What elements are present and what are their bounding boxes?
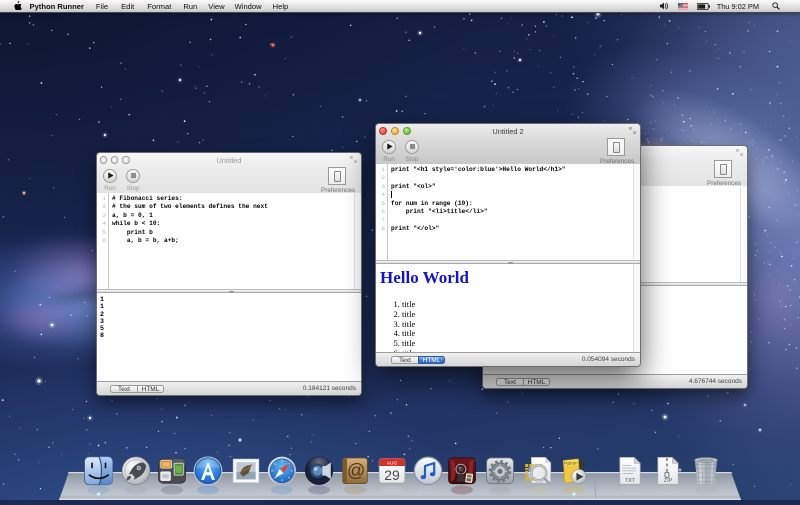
svg-text:TXT: TXT bbox=[625, 478, 636, 484]
svg-text:@: @ bbox=[347, 461, 366, 481]
svg-text:Python: Python bbox=[564, 460, 579, 466]
svg-text:AUG: AUG bbox=[387, 461, 398, 467]
svg-text:29: 29 bbox=[384, 467, 400, 483]
svg-text:ZIP: ZIP bbox=[664, 478, 673, 484]
